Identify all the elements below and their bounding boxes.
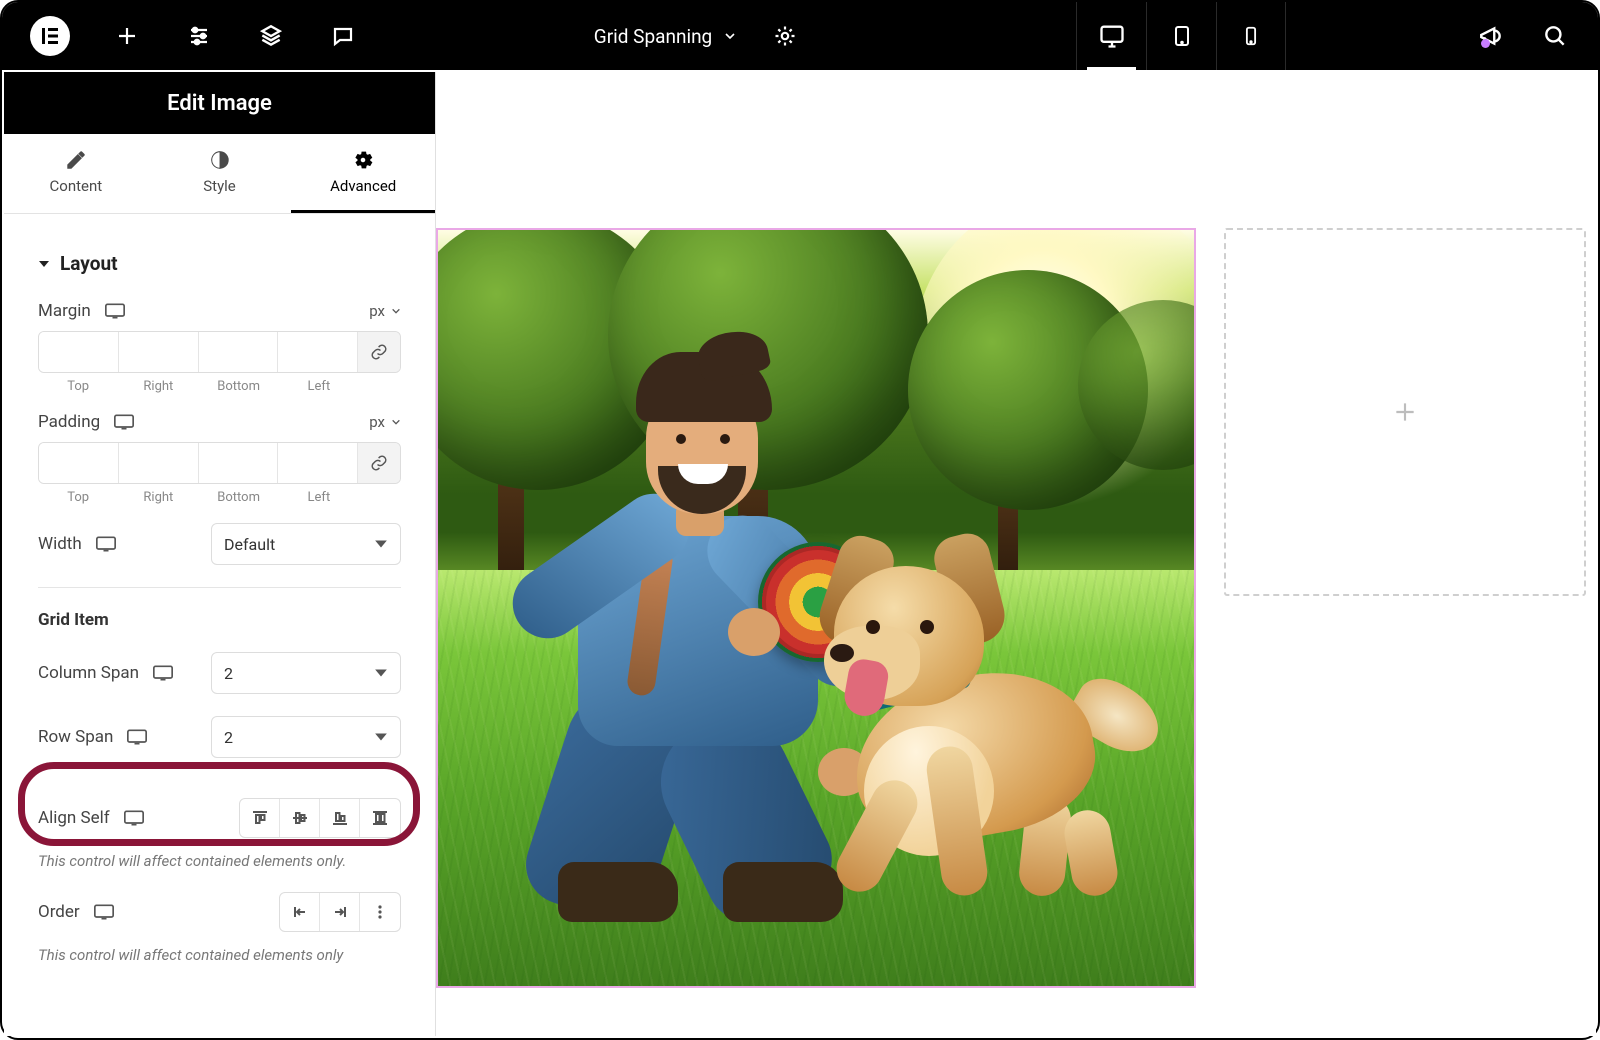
notification-dot (1481, 39, 1490, 48)
panel-body: Layout Margin px TopRightBottomLeft (4, 214, 435, 964)
align-self-center[interactable] (280, 799, 320, 837)
margin-top-input[interactable] (39, 332, 119, 372)
finder-search-icon[interactable] (1540, 21, 1570, 51)
panel-title: Edit Image (4, 72, 435, 134)
section-layout-label: Layout (60, 252, 118, 275)
device-tablet-button[interactable] (1146, 2, 1216, 70)
padding-label: Padding (38, 412, 134, 432)
column-span-select[interactable]: 2 (211, 652, 401, 694)
width-select[interactable]: Default (211, 523, 401, 565)
width-value: Default (224, 535, 275, 554)
order-start[interactable] (280, 893, 320, 931)
align-self-choices (239, 798, 401, 838)
whats-new-icon[interactable] (1476, 21, 1506, 51)
tab-content-label: Content (50, 177, 103, 195)
padding-bottom-input[interactable] (199, 443, 279, 483)
padding-inputs (38, 442, 401, 484)
row-span-value: 2 (224, 728, 233, 747)
responsive-devices (1076, 2, 1286, 70)
caret-down-icon (374, 730, 388, 744)
page-settings-icon[interactable] (770, 21, 800, 51)
padding-dim-labels: TopRightBottomLeft (38, 490, 401, 505)
grid-item-heading: Grid Item (38, 610, 401, 630)
panel-title-text: Edit Image (167, 91, 272, 116)
align-self-start[interactable] (240, 799, 280, 837)
margin-unit-switch[interactable]: px (369, 302, 401, 320)
chevron-down-icon (391, 417, 401, 427)
responsive-icon[interactable] (114, 414, 134, 430)
image-illustration (438, 230, 1194, 986)
tab-content[interactable]: Content (4, 134, 148, 213)
row-span-label: Row Span (38, 727, 193, 747)
device-desktop-button[interactable] (1076, 2, 1146, 70)
padding-unit-switch[interactable]: px (369, 413, 401, 431)
panel-tabs: Content Style Advanced (4, 134, 435, 214)
margin-inputs (38, 331, 401, 373)
responsive-icon[interactable] (96, 536, 116, 552)
responsive-icon[interactable] (124, 810, 144, 826)
padding-link-toggle[interactable] (358, 443, 400, 483)
responsive-icon[interactable] (105, 303, 125, 319)
responsive-icon[interactable] (127, 729, 147, 745)
row-span-select[interactable]: 2 (211, 716, 401, 758)
align-self-note: This control will affect contained eleme… (38, 852, 401, 870)
elementor-logo[interactable] (30, 16, 70, 56)
column-span-value: 2 (224, 664, 233, 683)
plus-icon (1392, 399, 1418, 425)
padding-top-input[interactable] (39, 443, 119, 483)
margin-dim-labels: TopRightBottomLeft (38, 379, 401, 394)
order-note: This control will affect contained eleme… (38, 946, 401, 964)
editor-sidebar: Edit Image Content Style Advanced Layout… (4, 72, 436, 1036)
margin-left-input[interactable] (278, 332, 358, 372)
column-span-label: Column Span (38, 663, 193, 683)
tab-advanced-label: Advanced (330, 177, 396, 195)
device-mobile-button[interactable] (1216, 2, 1286, 70)
tab-advanced[interactable]: Advanced (291, 134, 435, 213)
preview-canvas (436, 72, 1596, 1036)
order-more[interactable] (360, 893, 400, 931)
tab-style-label: Style (203, 177, 236, 195)
align-self-stretch[interactable] (360, 799, 400, 837)
width-label: Width (38, 534, 193, 554)
selected-image-widget[interactable] (436, 228, 1196, 988)
order-choices (279, 892, 401, 932)
margin-link-toggle[interactable] (358, 332, 400, 372)
order-label: Order (38, 902, 114, 922)
caret-down-icon (38, 258, 50, 270)
margin-right-input[interactable] (119, 332, 199, 372)
responsive-icon[interactable] (153, 665, 173, 681)
margin-bottom-input[interactable] (199, 332, 279, 372)
chevron-down-icon (391, 306, 401, 316)
section-layout-toggle[interactable]: Layout (38, 252, 401, 275)
responsive-icon[interactable] (94, 904, 114, 920)
align-self-label: Align Self (38, 808, 144, 828)
topbar: Grid Spanning (2, 2, 1598, 70)
margin-label: Margin (38, 301, 125, 321)
document-title[interactable]: Grid Spanning (594, 25, 738, 48)
structure-icon[interactable] (256, 21, 286, 51)
add-element-icon[interactable] (112, 21, 142, 51)
caret-down-icon (374, 666, 388, 680)
tab-style[interactable]: Style (148, 134, 292, 213)
align-self-end[interactable] (320, 799, 360, 837)
comments-icon[interactable] (328, 21, 358, 51)
empty-grid-cell[interactable] (1224, 228, 1586, 596)
caret-down-icon (374, 537, 388, 551)
padding-right-input[interactable] (119, 443, 199, 483)
padding-left-input[interactable] (278, 443, 358, 483)
site-settings-icon[interactable] (184, 21, 214, 51)
order-end[interactable] (320, 893, 360, 931)
document-title-text: Grid Spanning (594, 25, 712, 48)
chevron-down-icon (722, 28, 738, 44)
